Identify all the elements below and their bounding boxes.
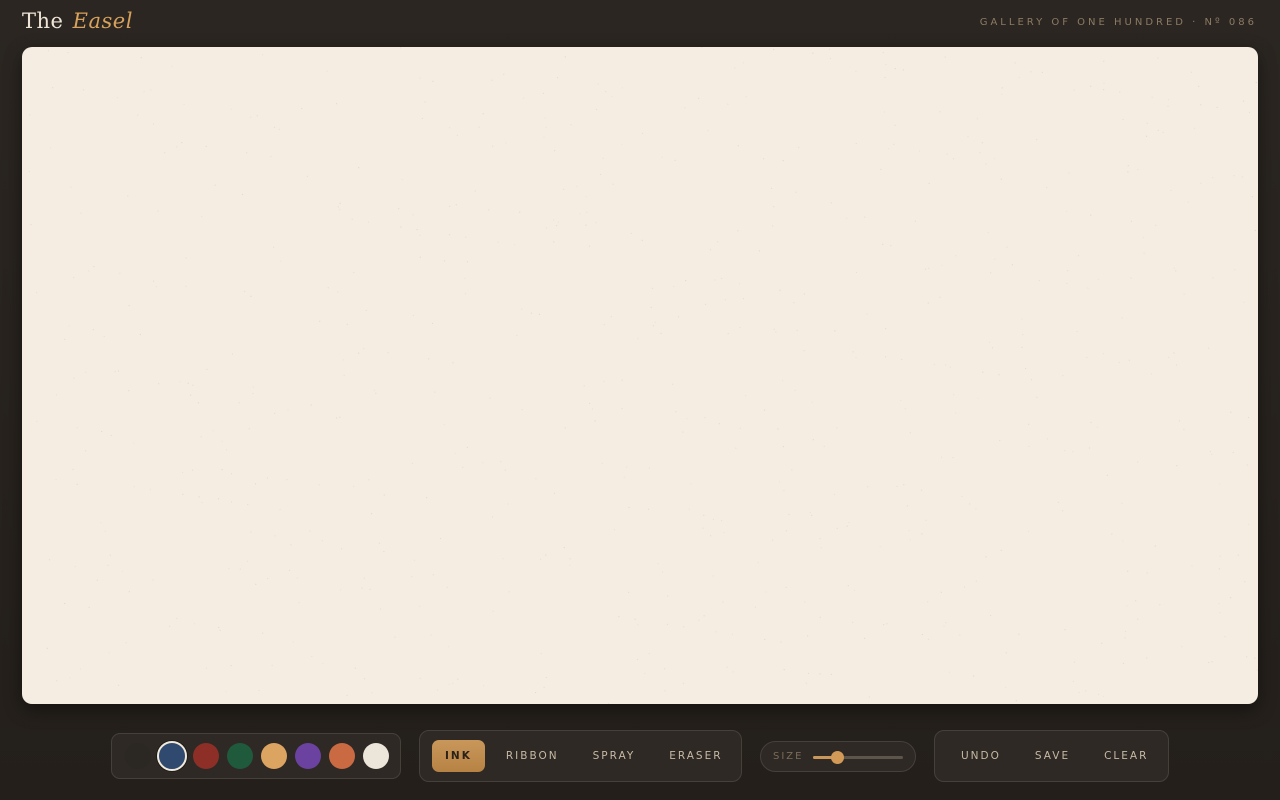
canvas-actions: UNDO SAVE CLEAR (934, 730, 1169, 782)
logo-prefix: The (22, 9, 64, 33)
color-swatch-ochre[interactable] (261, 743, 287, 769)
size-slider-thumb[interactable] (830, 750, 844, 764)
color-swatch-cream[interactable] (363, 743, 389, 769)
tool-ink-button[interactable]: INK (432, 740, 485, 772)
size-label: SIZE (773, 751, 804, 762)
drawing-canvas[interactable] (22, 47, 1258, 704)
color-palette (111, 733, 401, 779)
logo-accent: Easel (72, 9, 133, 33)
color-swatch-forest[interactable] (227, 743, 253, 769)
color-swatch-navy[interactable] (157, 741, 187, 771)
color-swatch-crimson[interactable] (193, 743, 219, 769)
save-button[interactable]: SAVE (1022, 740, 1083, 772)
tool-spray-button[interactable]: SPRAY (580, 740, 649, 772)
size-slider[interactable] (813, 750, 904, 764)
color-swatch-terracotta[interactable] (329, 743, 355, 769)
brush-size-control: SIZE (760, 741, 916, 772)
tool-eraser-button[interactable]: ERASER (656, 740, 735, 772)
clear-button[interactable]: CLEAR (1091, 740, 1161, 772)
color-swatch-violet[interactable] (295, 743, 321, 769)
app-logo: The Easel (22, 9, 133, 33)
gallery-label: GALLERY OF ONE HUNDRED · Nº 086 (979, 17, 1257, 28)
undo-button[interactable]: UNDO (948, 740, 1014, 772)
brush-tools: INK RIBBON SPRAY ERASER (419, 730, 742, 782)
tool-ribbon-button[interactable]: RIBBON (493, 740, 572, 772)
paper-texture (28, 47, 1258, 704)
color-swatch-charcoal[interactable] (125, 743, 151, 769)
